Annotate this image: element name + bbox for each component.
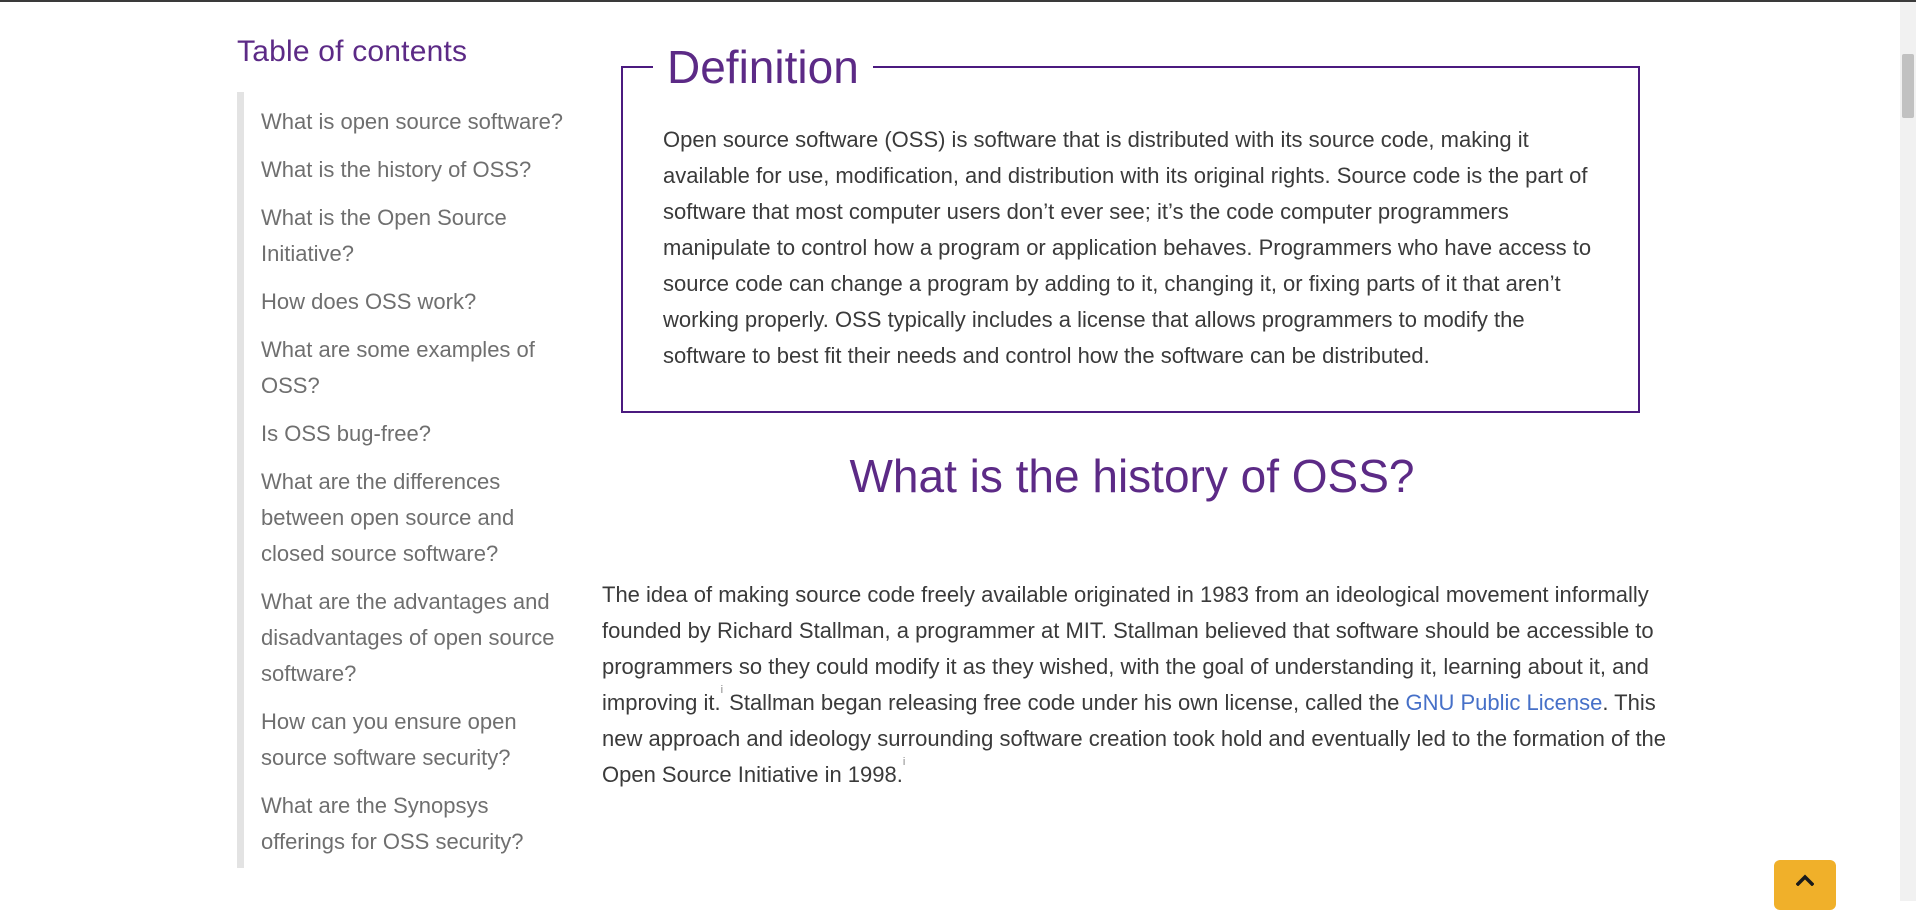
history-paragraph: The idea of making source code freely av…: [602, 577, 1668, 793]
definition-title: Definition: [653, 42, 873, 92]
history-heading: What is the history of OSS?: [849, 450, 1415, 502]
toc-item-what-is-oss[interactable]: What is open source software?: [261, 104, 577, 140]
footnote-marker[interactable]: i: [903, 756, 905, 768]
toc-item-differences[interactable]: What are the differences between open so…: [261, 464, 577, 572]
page-scrollbar[interactable]: [1900, 2, 1916, 901]
toc-item-history[interactable]: What is the history of OSS?: [261, 152, 577, 188]
toc-item-examples[interactable]: What are some examples of OSS?: [261, 332, 577, 404]
toc-item-osi[interactable]: What is the Open Source Initiative?: [261, 200, 577, 272]
toc-title: Table of contents: [237, 35, 468, 68]
toc-item-bug-free[interactable]: Is OSS bug-free?: [261, 416, 577, 452]
top-border: [0, 0, 1916, 2]
toc-item-how-oss-works[interactable]: How does OSS work?: [261, 284, 577, 320]
back-to-top-button[interactable]: [1774, 860, 1836, 910]
table-of-contents: Table of contents What is open source so…: [237, 32, 577, 868]
gnu-license-link[interactable]: GNU Public License: [1405, 690, 1602, 715]
toc-item-security[interactable]: How can you ensure open source software …: [261, 704, 577, 776]
toc-item-advantages[interactable]: What are the advantages and disadvantage…: [261, 584, 577, 692]
definition-box: Definition Open source software (OSS) is…: [621, 42, 1640, 413]
history-text-part2: Stallman began releasing free code under…: [723, 690, 1406, 715]
toc-item-synopsys-offerings[interactable]: What are the Synopsys offerings for OSS …: [261, 788, 577, 860]
toc-list: What is open source software? What is th…: [237, 92, 577, 868]
scrollbar-thumb[interactable]: [1902, 54, 1914, 118]
chevron-up-icon: [1796, 874, 1814, 886]
definition-text: Open source software (OSS) is software t…: [663, 127, 1592, 368]
